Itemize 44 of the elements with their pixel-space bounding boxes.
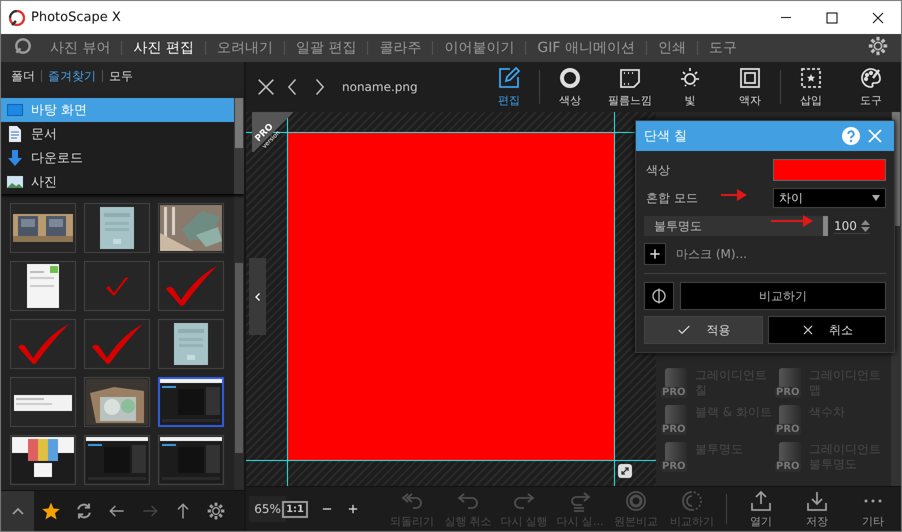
action-button[interactable]: 기타	[845, 489, 901, 529]
folder-item[interactable]: 다운로드	[1, 146, 234, 170]
cancel-button[interactable]: 취소	[768, 316, 886, 344]
tool-tab[interactable]: 필름느낌	[600, 66, 660, 108]
tool-tab[interactable]: 삽입	[781, 66, 841, 108]
browser-tab[interactable]: 모두	[102, 70, 139, 82]
dialog-title: 단색 칠	[644, 128, 688, 145]
menu-tab[interactable]: 일괄 편집	[284, 41, 368, 55]
zoom-value[interactable]: 65%	[249, 496, 286, 522]
color-label: 색상	[645, 162, 670, 178]
menu-tab[interactable]: GIF 애니메이션	[525, 41, 646, 55]
file-name: noname.png	[342, 80, 418, 94]
pro-badge: PRO	[661, 461, 687, 472]
menu-tab[interactable]: 콜라주	[367, 41, 432, 55]
menu-tab[interactable]: 사진 편집	[121, 41, 205, 55]
tool-tab[interactable]: 빛	[660, 66, 720, 108]
menu-tab[interactable]: 도구	[696, 41, 748, 55]
actual-size-button[interactable]: 1:1	[282, 500, 308, 518]
opacity-field[interactable]: 100	[834, 218, 870, 234]
menu-tab[interactable]: 이어붙이기	[432, 41, 526, 55]
menu-tab[interactable]: 오려내기	[204, 41, 284, 55]
action-button[interactable]: 열기	[733, 489, 789, 529]
compare-button[interactable]: 비교하기	[680, 282, 886, 310]
tool-tab[interactable]: 색상	[540, 66, 600, 108]
folder-item[interactable]: 사진	[1, 170, 234, 194]
tool-tab[interactable]: 액자	[720, 66, 780, 108]
blend-mode-dropdown[interactable]: 차이	[773, 188, 886, 208]
pro-badge: PRO	[775, 424, 801, 435]
menu-tab[interactable]: 사진 뷰어	[39, 41, 122, 55]
apply-button[interactable]: 적용	[644, 316, 762, 344]
blend-mode-label: 혼합 모드	[645, 190, 698, 206]
folder-item[interactable]: 문서	[1, 122, 234, 146]
pro-badge: PRO	[775, 461, 801, 472]
pro-badge: PRO	[661, 424, 687, 435]
action-button[interactable]: 저장	[789, 489, 845, 529]
browser-tab[interactable]: 즐겨찾기	[41, 70, 102, 82]
browser-tab[interactable]: 폴더	[5, 70, 41, 82]
pro-badge: PRO	[775, 387, 801, 398]
window-title: PhotoScape X	[31, 10, 122, 25]
tool-tab[interactable]: 편집	[479, 66, 539, 108]
menu-tab[interactable]: 인쇄	[646, 41, 697, 55]
mask-label: 마스크 (M)...	[676, 246, 747, 262]
pro-badge: PRO	[661, 387, 687, 398]
tool-tab[interactable]: 도구	[841, 66, 901, 108]
